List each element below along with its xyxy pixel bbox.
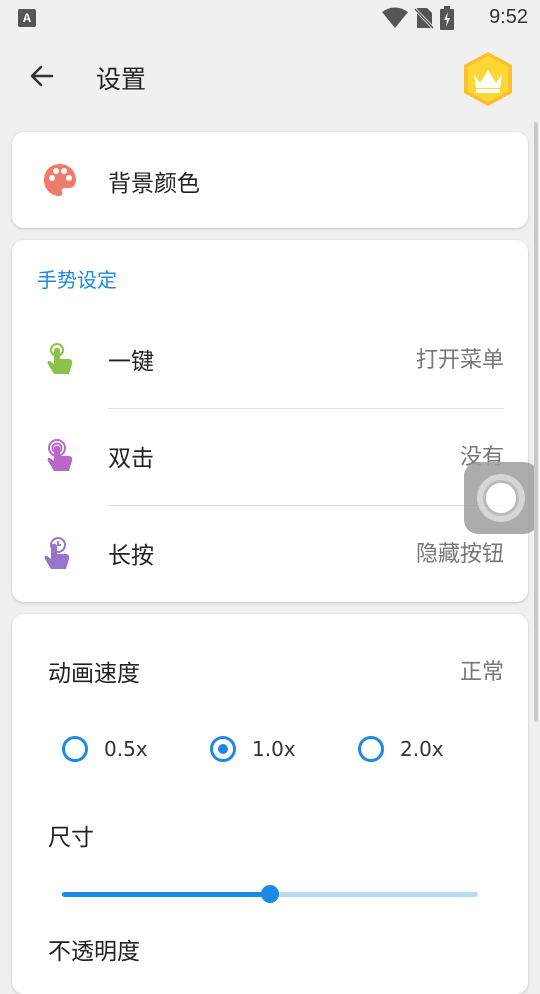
page-title: 设置 bbox=[96, 65, 147, 94]
background-color-row[interactable]: 背景颜色 bbox=[12, 132, 528, 228]
premium-crown-icon[interactable] bbox=[460, 50, 516, 108]
no-sim-icon bbox=[414, 7, 434, 30]
speed-option-label: 0.5x bbox=[104, 737, 148, 761]
slider-fill bbox=[62, 892, 270, 897]
animation-speed-value: 正常 bbox=[459, 660, 504, 685]
animation-speed-row: 动画速度 正常 bbox=[12, 624, 528, 720]
gesture-row-double-tap[interactable]: 双击 没有 bbox=[12, 409, 528, 505]
size-label: 尺寸 bbox=[48, 825, 94, 851]
appearance-card: 动画速度 正常 0.5x 1.0x 2.0x 尺寸 不透明度 bbox=[12, 614, 528, 994]
speed-option-label: 2.0x bbox=[400, 737, 444, 761]
gesture-row-single-tap[interactable]: 一键 打开菜单 bbox=[12, 312, 528, 408]
speed-option-0.5x[interactable]: 0.5x bbox=[62, 736, 148, 762]
status-bar: A 9:52 bbox=[0, 0, 540, 36]
gesture-row-long-press[interactable]: 长按 隐藏按钮 bbox=[12, 506, 528, 602]
slider-thumb[interactable] bbox=[261, 885, 279, 903]
gesture-settings-card: 手势设定 一键 打开菜单 双击 没有 长按 隐藏按钮 bbox=[12, 240, 528, 602]
scrollbar[interactable] bbox=[534, 122, 538, 722]
notification-icon: A bbox=[18, 9, 36, 27]
gesture-value: 打开菜单 bbox=[415, 348, 504, 373]
opacity-label: 不透明度 bbox=[48, 939, 140, 965]
palette-icon bbox=[44, 164, 76, 196]
gesture-section-title: 手势设定 bbox=[37, 268, 117, 292]
clock: 9:52 bbox=[489, 6, 528, 28]
radio-button-selected[interactable] bbox=[210, 736, 236, 762]
wifi-icon bbox=[382, 7, 408, 28]
size-slider[interactable] bbox=[62, 884, 478, 904]
gesture-label: 一键 bbox=[108, 349, 154, 375]
speed-option-label: 1.0x bbox=[252, 737, 296, 761]
gesture-label: 双击 bbox=[108, 446, 154, 472]
background-color-card[interactable]: 背景颜色 bbox=[12, 132, 528, 228]
gesture-value: 隐藏按钮 bbox=[415, 542, 504, 567]
long-press-hand-icon bbox=[44, 537, 70, 569]
background-color-label: 背景颜色 bbox=[108, 171, 200, 197]
speed-option-2.0x[interactable]: 2.0x bbox=[358, 736, 444, 762]
floating-button-icon bbox=[483, 480, 519, 516]
battery-charging-icon bbox=[440, 6, 454, 30]
animation-speed-label: 动画速度 bbox=[48, 661, 140, 687]
gesture-label: 长按 bbox=[108, 543, 154, 569]
tap-hand-icon bbox=[47, 343, 73, 374]
radio-button[interactable] bbox=[62, 736, 88, 762]
double-tap-hand-icon bbox=[47, 439, 73, 471]
back-arrow-icon[interactable] bbox=[28, 62, 56, 90]
radio-button[interactable] bbox=[358, 736, 384, 762]
floating-touch-button[interactable] bbox=[464, 462, 538, 534]
app-bar: 设置 bbox=[0, 40, 540, 118]
speed-option-1.0x[interactable]: 1.0x bbox=[210, 736, 296, 762]
